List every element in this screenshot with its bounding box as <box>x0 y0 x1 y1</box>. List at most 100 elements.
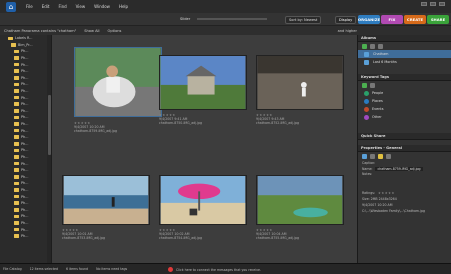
tree-item[interactable]: Ph... <box>0 154 51 161</box>
tree-item[interactable]: Ph... <box>0 180 51 187</box>
display-dropdown[interactable]: Display <box>335 16 357 24</box>
menu-window[interactable]: Window <box>94 4 110 9</box>
menu-find[interactable]: Find <box>58 4 66 9</box>
tree-item-label: Ph... <box>21 115 29 120</box>
rating-stars[interactable]: ★★★★★ <box>378 191 395 195</box>
tree-item[interactable]: Ph... <box>0 141 51 148</box>
zoom-slider[interactable] <box>197 18 267 20</box>
photo-tile[interactable]: ★★★★★ 9/4/2007 10:01 AM chatham-8753-IMG_a… <box>62 175 152 263</box>
menu-view[interactable]: View <box>76 4 86 9</box>
history-icon[interactable] <box>378 153 383 159</box>
photo-thumbnail[interactable] <box>256 175 344 225</box>
ratings-label: Ratings: <box>362 191 376 195</box>
tree-item[interactable]: Ph... <box>0 127 51 134</box>
status-catalog[interactable]: File Catalog <box>3 267 22 271</box>
albums-header[interactable]: Albums <box>358 35 451 42</box>
tree-item[interactable]: Ph... <box>0 101 51 108</box>
tab-share[interactable]: SHARE <box>427 15 449 24</box>
metadata-icon[interactable] <box>386 153 391 159</box>
tree-list: Labels R... Bim_Pr... Ph... Ph... Ph... Ph...… <box>0 35 51 239</box>
tree-item[interactable]: Bim_Pr... <box>0 42 51 49</box>
maximize-icon[interactable] <box>430 2 436 6</box>
tree-item[interactable]: Ph... <box>0 233 51 240</box>
keyword-tags-header[interactable]: Keyword Tags <box>358 74 451 81</box>
tree-item[interactable]: Ph... <box>0 213 51 220</box>
photo-thumbnail[interactable] <box>159 175 247 225</box>
edit-album-icon[interactable] <box>378 43 383 49</box>
home-icon[interactable]: ⌂ <box>6 2 16 12</box>
minimize-icon[interactable] <box>421 2 427 6</box>
options-button[interactable]: Options <box>108 29 122 33</box>
photo-thumbnail[interactable] <box>74 47 162 117</box>
tree-item[interactable]: Ph... <box>0 48 51 55</box>
properties-header[interactable]: Properties - General <box>358 145 451 152</box>
photo-thumbnail[interactable] <box>62 175 150 225</box>
photo-tile[interactable]: ★★★★★ 9/4/2007 10:04 AM chatham-8755-IMG_a… <box>256 175 346 263</box>
tree-item[interactable]: Ph... <box>0 173 51 180</box>
zoom-label: Slider <box>180 17 191 21</box>
tag-places[interactable]: Places <box>358 97 451 105</box>
tree-item[interactable]: Ph... <box>0 200 51 207</box>
tree-item[interactable]: Ph... <box>0 134 51 141</box>
tree-scroll-thumb[interactable] <box>48 95 51 155</box>
menu-help[interactable]: Help <box>119 4 128 9</box>
tree-item[interactable]: Ph... <box>0 81 51 88</box>
tab-create[interactable]: CREATE <box>404 15 426 24</box>
tree-item[interactable]: Ph... <box>0 108 51 115</box>
tag-other[interactable]: Other <box>358 113 451 121</box>
menu-edit[interactable]: Edit <box>42 4 50 9</box>
tree-item[interactable]: Ph... <box>0 55 51 62</box>
tag-people[interactable]: People <box>358 89 451 97</box>
tree-item[interactable]: Ph... <box>0 88 51 95</box>
general-icon[interactable] <box>362 153 367 159</box>
people-tag-icon <box>364 90 369 96</box>
delete-album-icon[interactable] <box>370 43 375 49</box>
tree-item[interactable]: Ph... <box>0 114 51 121</box>
menu-file[interactable]: File <box>26 4 33 9</box>
tag-events[interactable]: Events <box>358 105 451 113</box>
tree-item[interactable]: Ph... <box>0 68 51 75</box>
message-banner[interactable]: Click here to connect the messages that … <box>168 266 261 273</box>
notes-label: Notes: <box>362 172 373 176</box>
message-text[interactable]: Click here to connect the messages that … <box>176 268 261 272</box>
folder-icon <box>14 174 19 179</box>
tree-item[interactable]: Ph... <box>0 226 51 233</box>
tree-item[interactable]: Ph... <box>0 206 51 213</box>
tab-organize[interactable]: ORGANIZE <box>358 15 380 24</box>
photo-tile[interactable]: ★★★★★ 9/4/2007 10:02 AM chatham-8754-IMG_a… <box>159 175 249 263</box>
album-chatham[interactable]: Chatham <box>358 50 451 58</box>
delete-tag-icon[interactable] <box>370 82 375 88</box>
tree-item[interactable]: Ph... <box>0 187 51 194</box>
tree-item[interactable]: Ph... <box>0 193 51 200</box>
photo-thumbnail[interactable] <box>159 55 247 110</box>
folder-icon <box>14 214 19 219</box>
tag-label: Other <box>372 115 382 119</box>
photo-tile[interactable]: ★★★★★ 9/4/2007 9:43 AM chatham-8752-IMG_ad… <box>256 55 346 145</box>
photo-tile[interactable]: ★★★★★ 9/4/2007 10:20 AM chatham-8759-IMG_a… <box>74 47 164 137</box>
sort-dropdown[interactable]: Sort by: Newest <box>285 16 322 24</box>
tree-item[interactable]: Ph... <box>0 75 51 82</box>
photo-tile[interactable]: ★★★★★ 9/4/2007 9:41 AM chatham-8750-IMG_ad… <box>159 55 249 145</box>
quick-share-header[interactable]: Quick Share <box>358 133 451 140</box>
tree-item-label: Ph... <box>21 227 29 232</box>
notes-field[interactable]: Notes: <box>358 172 451 190</box>
show-all-button[interactable]: Show All <box>84 29 99 33</box>
tree-item[interactable]: Ph... <box>0 167 51 174</box>
tree-item[interactable]: Ph... <box>0 160 51 167</box>
add-tag-icon[interactable] <box>362 82 367 88</box>
close-icon[interactable] <box>439 2 445 6</box>
name-value[interactable]: chatham-8759-IMG_adj.jpg <box>375 167 423 171</box>
tree-item[interactable]: Ph... <box>0 61 51 68</box>
tree-item[interactable]: Ph... <box>0 121 51 128</box>
add-album-icon[interactable] <box>362 43 367 49</box>
tags-icon[interactable] <box>370 153 375 159</box>
tree-item[interactable]: Ph... <box>0 220 51 227</box>
tree-item[interactable]: Labels R... <box>0 35 51 42</box>
album-last-6-months[interactable]: Last 6 Months <box>358 58 451 66</box>
tab-fix[interactable]: FIX <box>381 15 403 24</box>
organize-panel: Albums Chatham Last 6 Months Keyword Tag… <box>357 35 451 263</box>
tree-item[interactable]: Ph... <box>0 147 51 154</box>
rating-filter[interactable]: and higher <box>338 29 357 33</box>
tree-item[interactable]: Ph... <box>0 94 51 101</box>
photo-thumbnail[interactable] <box>256 55 344 110</box>
